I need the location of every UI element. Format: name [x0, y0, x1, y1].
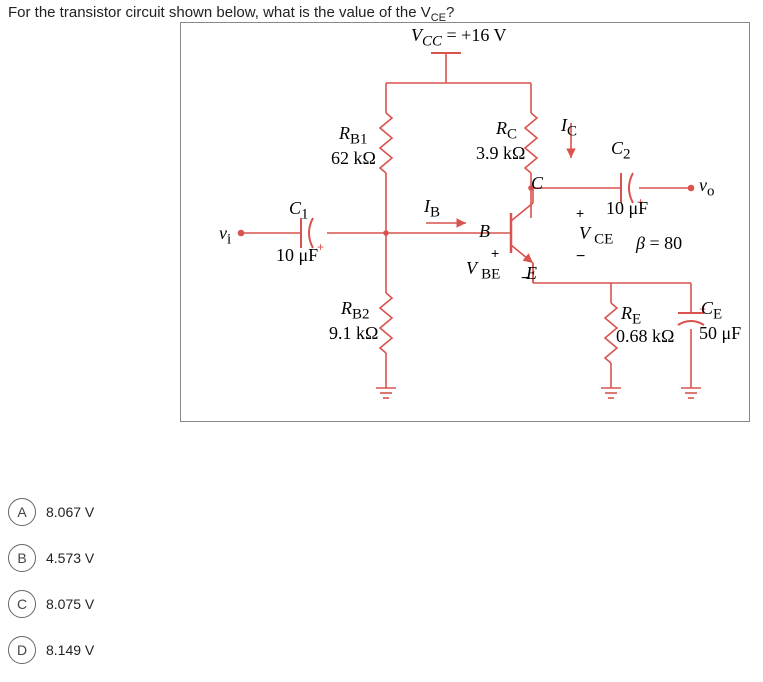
- c1-label: C1: [289, 198, 309, 224]
- ce-value: 50 μF: [699, 323, 741, 344]
- rb2-label: RB2: [341, 298, 370, 324]
- radio-icon: A: [8, 498, 36, 526]
- rb1-value: 62 kΩ: [331, 148, 376, 169]
- beta-label: β = 80: [636, 233, 682, 254]
- rb2-value: 9.1 kΩ: [329, 323, 378, 344]
- svg-text:−: −: [576, 248, 585, 265]
- answer-option-c[interactable]: C 8.075 V: [8, 590, 94, 618]
- vo-label: vo: [699, 175, 715, 201]
- answer-option-d[interactable]: D 8.149 V: [8, 636, 94, 664]
- ic-label: IC: [561, 115, 577, 141]
- c1-value: 10 μF: [276, 245, 318, 266]
- answer-option-a[interactable]: A 8.067 V: [8, 498, 94, 526]
- answer-list: A 8.067 V B 4.573 V C 8.075 V D 8.149 V: [8, 480, 94, 682]
- rc-label: RC: [496, 118, 517, 144]
- rc-value: 3.9 kΩ: [476, 143, 525, 164]
- node-c-label: C: [531, 173, 543, 194]
- answer-text: 4.573 V: [46, 550, 94, 566]
- answer-text: 8.149 V: [46, 642, 94, 658]
- answer-text: 8.075 V: [46, 596, 94, 612]
- ib-label: IB: [424, 196, 440, 222]
- node-b-label: B: [479, 221, 490, 242]
- c2-value: 10 μF: [606, 198, 648, 219]
- re-label: RE: [621, 303, 641, 329]
- radio-icon: C: [8, 590, 36, 618]
- rb1-label: RB1: [339, 123, 368, 149]
- ce-label: CE: [701, 298, 722, 324]
- radio-icon: B: [8, 544, 36, 572]
- vcc-label: VCC = +16 V: [411, 25, 507, 51]
- svg-text:+: +: [576, 205, 584, 221]
- re-value: 0.68 kΩ: [616, 326, 674, 347]
- circuit-svg: + + + + − + −: [181, 23, 751, 423]
- answer-text: 8.067 V: [46, 504, 94, 520]
- vi-label: vi: [219, 223, 231, 249]
- c2-label: C2: [611, 138, 631, 164]
- circuit-diagram: + + + + − + − VCC = +16 V RB1 62 kΩ RC 3…: [180, 22, 750, 422]
- radio-icon: D: [8, 636, 36, 664]
- vce-label: V CE: [579, 223, 613, 249]
- vbe-label: V BE: [466, 258, 500, 284]
- node-e-label: E: [526, 263, 537, 284]
- answer-option-b[interactable]: B 4.573 V: [8, 544, 94, 572]
